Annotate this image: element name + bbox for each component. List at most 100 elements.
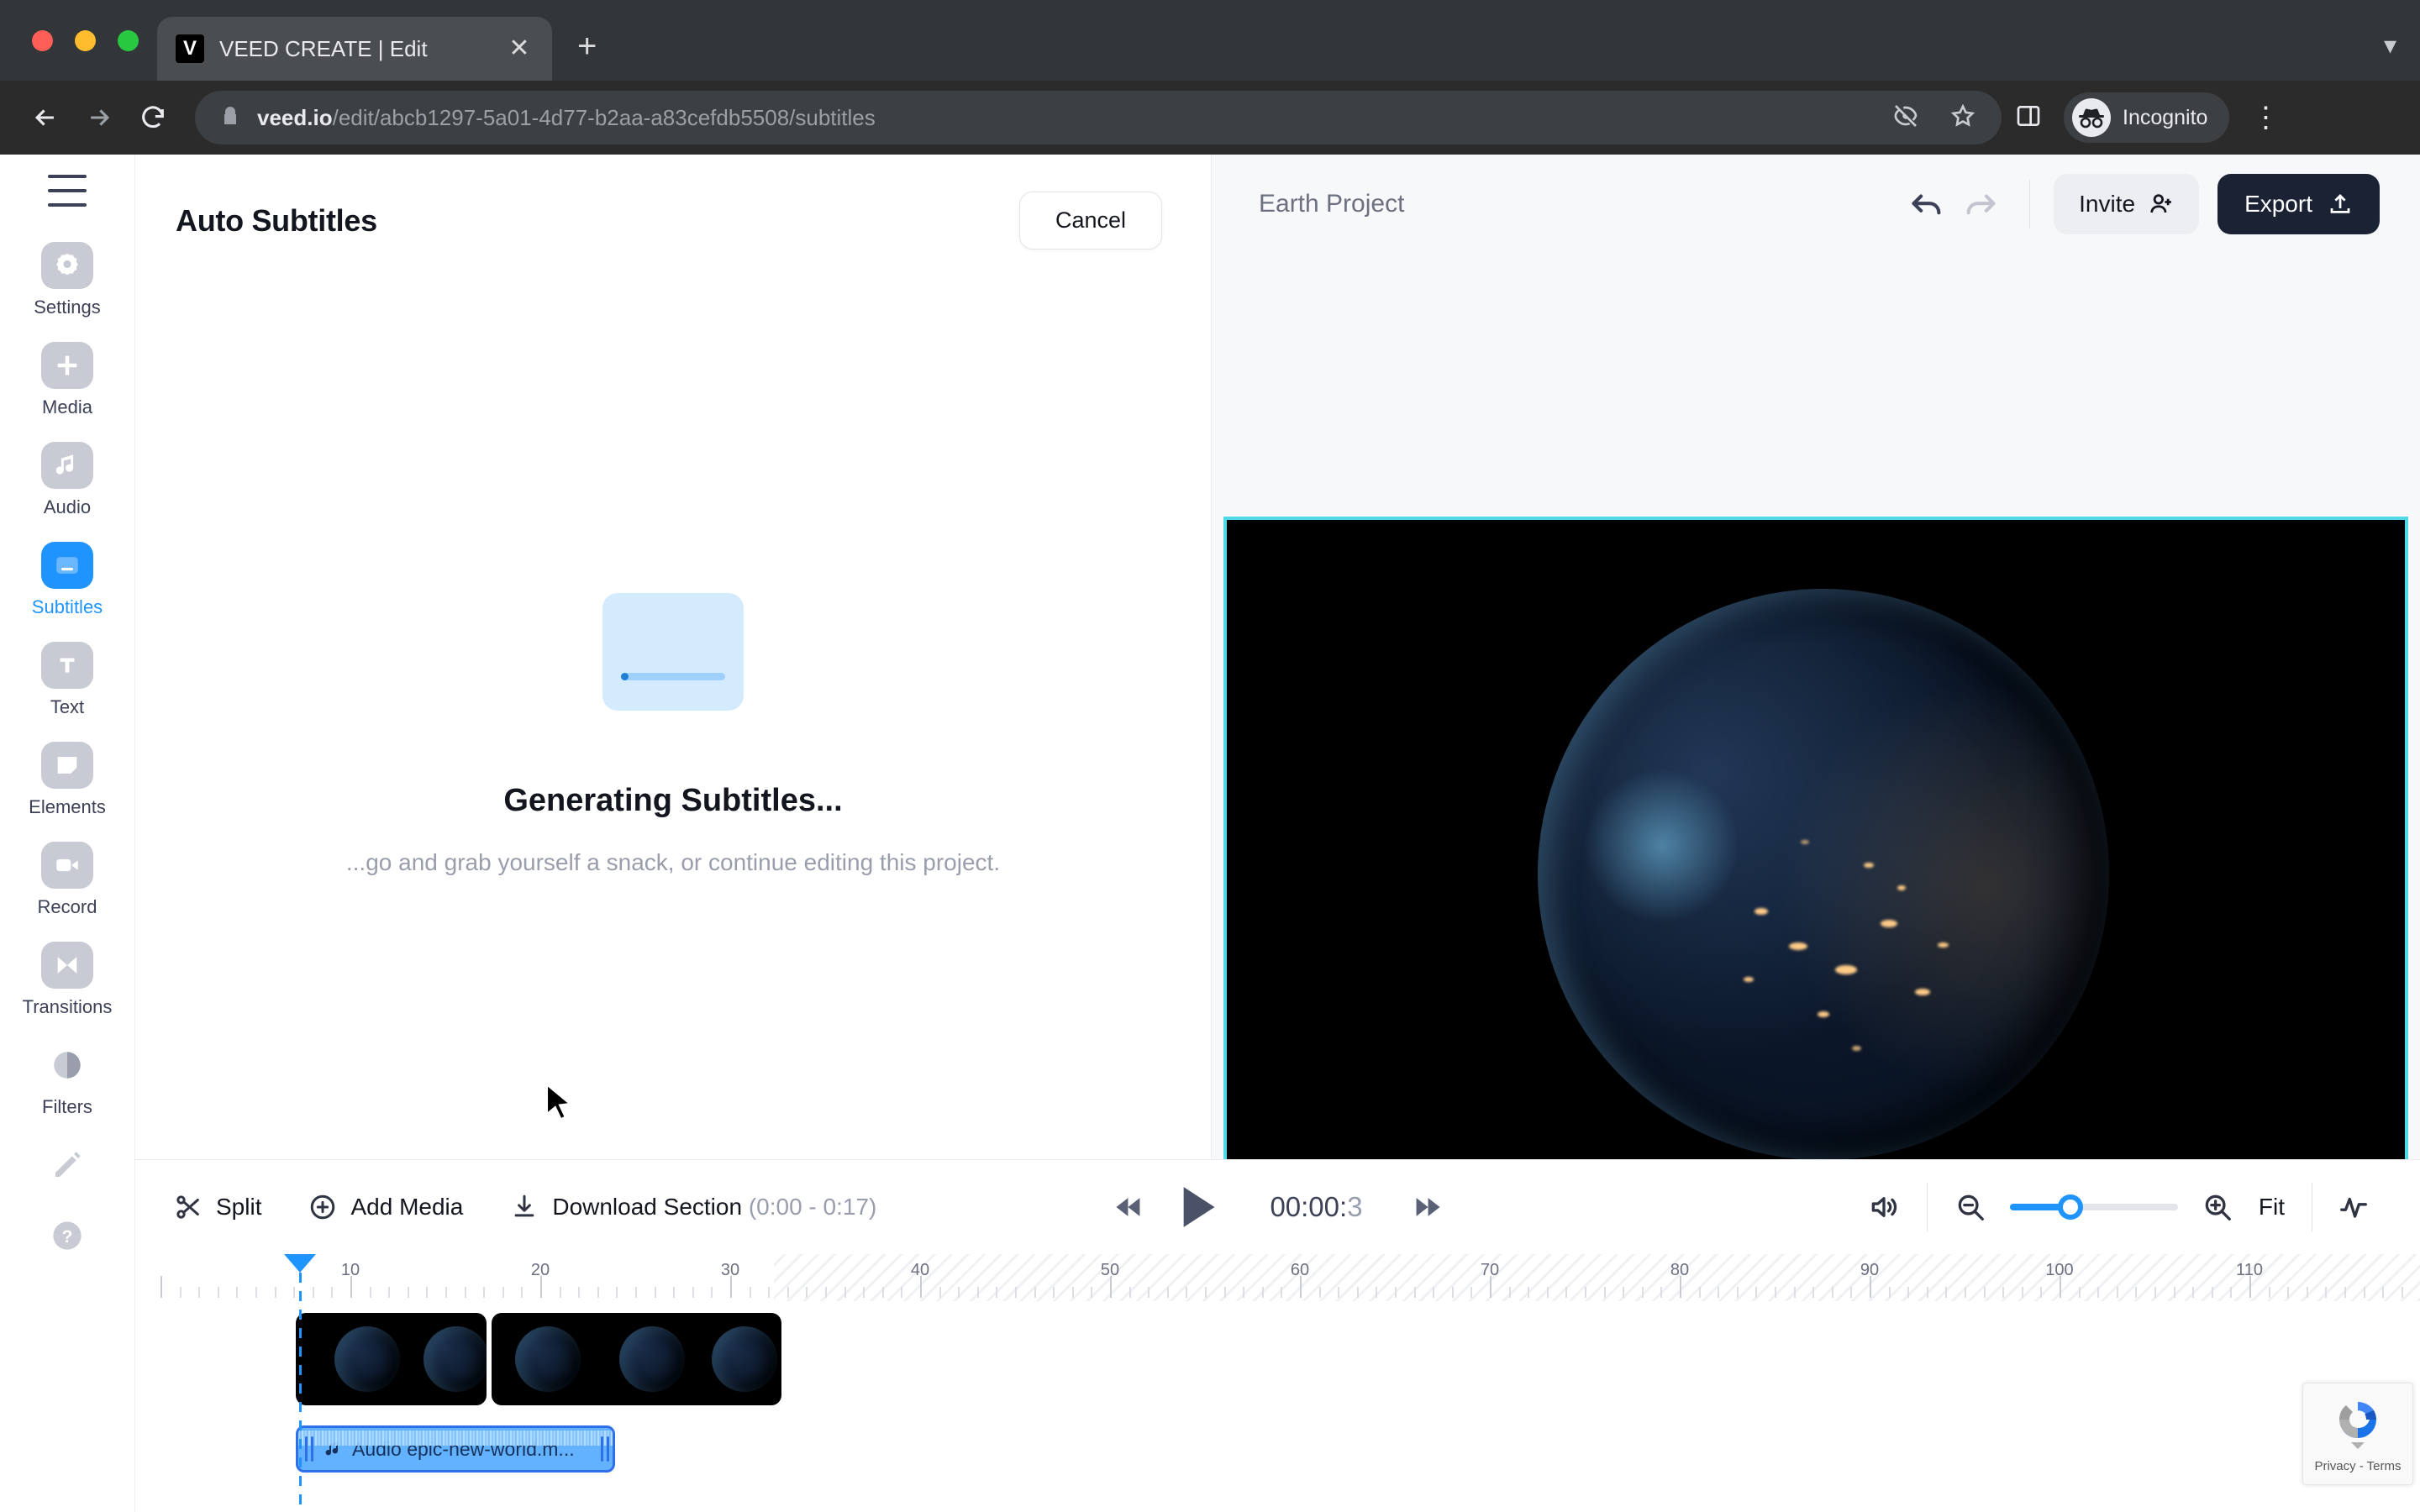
play-button[interactable] (1160, 1168, 1237, 1246)
table-row[interactable] (492, 1313, 781, 1405)
sidebar-item-settings[interactable]: Settings (8, 242, 126, 318)
ruler-tick-minor (635, 1287, 637, 1298)
ruler-tick-minor (2268, 1287, 2270, 1298)
sidebar-item-text[interactable]: Text (8, 642, 126, 718)
minimize-window-button[interactable] (75, 29, 96, 51)
ruler-tick-minor (1223, 1287, 1226, 1298)
sidebar-item-record[interactable]: Record (8, 842, 126, 918)
forward-arrow-icon[interactable] (72, 91, 126, 144)
ruler-tick-minor (939, 1287, 941, 1298)
sidebar-item-subtitles[interactable]: Subtitles (8, 542, 126, 618)
ruler-tick-minor (1907, 1287, 1910, 1298)
fit-button[interactable]: Fit (2259, 1194, 2285, 1221)
timecode-frac: 3 (1347, 1191, 1363, 1222)
lock-icon (220, 106, 240, 130)
new-tab-button[interactable]: + (577, 28, 597, 66)
ruler-tick-minor (1451, 1287, 1454, 1298)
ruler-tick-minor (236, 1287, 239, 1298)
maximize-window-button[interactable] (118, 29, 139, 51)
ruler-tick-minor (502, 1287, 504, 1298)
timeline: Split Add Media Download Section (0:00 -… (135, 1159, 2420, 1512)
kebab-menu-icon[interactable]: ⋮ (2251, 102, 2280, 132)
ruler-tick-minor (483, 1287, 486, 1298)
video-track (296, 1313, 781, 1405)
ruler-tick-minor (2154, 1287, 2156, 1298)
eye-off-icon[interactable] (1892, 102, 1919, 134)
sidebar-item-transitions[interactable]: Transitions (8, 942, 126, 1018)
download-section-button[interactable]: Download Section (0:00 - 0:17) (510, 1193, 876, 1221)
volume-icon[interactable] (1856, 1179, 1912, 1235)
ruler-tick-minor (749, 1287, 751, 1298)
browser-tab[interactable]: V VEED CREATE | Edit ✕ (157, 17, 552, 81)
close-icon[interactable]: ✕ (505, 36, 534, 61)
audio-clip[interactable]: Audio epic-new-world.m... (296, 1425, 615, 1473)
download-label: Download Section (0:00 - 0:17) (552, 1194, 877, 1220)
sidebar-item-label: Elements (29, 796, 106, 817)
ruler-tick-minor (2116, 1287, 2118, 1298)
ruler-tick-minor (1565, 1287, 1568, 1298)
ruler-tick-minor (692, 1287, 694, 1298)
invite-button[interactable]: Invite (2054, 174, 2200, 234)
zoom-slider-knob[interactable] (2057, 1194, 2083, 1220)
sidebar-item-filters[interactable]: Filters (8, 1042, 126, 1118)
audio-clip-left-handle[interactable] (305, 1436, 313, 1462)
divider (1926, 1183, 1928, 1231)
star-icon[interactable] (1949, 102, 1976, 134)
skip-forward-icon[interactable] (1397, 1177, 1457, 1237)
ruler-tick-minor (2382, 1287, 2385, 1298)
profile-chip[interactable]: Incognito (2064, 92, 2230, 143)
address-bar[interactable]: veed.io/edit/abcb1297-5a01-4d77-b2aa-a83… (195, 91, 2002, 144)
plus-circle-icon (311, 1194, 335, 1220)
skip-back-icon[interactable] (1099, 1177, 1160, 1237)
redo-icon[interactable] (1954, 178, 2006, 230)
ruler-tick-minor (1148, 1287, 1150, 1298)
url-path: /edit/abcb1297-5a01-4d77-b2aa-a83cefdb55… (332, 104, 876, 130)
ruler-tick-minor (1546, 1287, 1549, 1298)
recaptcha-badge[interactable]: Privacy - Terms (2302, 1383, 2413, 1485)
sidebar-item-media[interactable]: Media (8, 342, 126, 418)
ruler-tick-minor (1926, 1287, 1928, 1298)
undo-icon[interactable] (1902, 178, 1954, 230)
ruler-tick-minor (369, 1287, 371, 1298)
ruler-tick-minor (1698, 1287, 1701, 1298)
sidebar-item-label: Filters (42, 1096, 92, 1117)
ruler-tick-minor (445, 1287, 447, 1298)
sidebar-item-audio[interactable]: Audio (8, 442, 126, 518)
close-window-button[interactable] (32, 29, 53, 51)
sidebar-item-draw[interactable] (8, 1142, 126, 1189)
export-button[interactable]: Export (2217, 174, 2380, 234)
hamburger-icon[interactable] (48, 175, 87, 207)
zoom-out-icon[interactable] (1943, 1179, 1998, 1235)
back-arrow-icon[interactable] (18, 91, 72, 144)
ruler-tick-minor (1413, 1287, 1416, 1298)
split-button[interactable]: Split (174, 1193, 261, 1221)
add-media-button[interactable]: Add Media (308, 1193, 463, 1221)
zoom-in-icon[interactable] (2190, 1179, 2245, 1235)
reload-icon[interactable] (126, 91, 180, 144)
audio-clip-right-handle[interactable] (601, 1436, 609, 1462)
waveform-icon[interactable] (2326, 1179, 2381, 1235)
video-preview[interactable] (1223, 516, 2408, 1191)
scissors-icon (176, 1195, 199, 1219)
ruler-tick-minor (2363, 1287, 2365, 1298)
sidebar-item-help[interactable]: ? (8, 1212, 126, 1259)
ruler-tick-minor (1965, 1287, 1966, 1298)
ruler-tick-minor (1736, 1287, 1739, 1298)
project-title[interactable]: Earth Project (1259, 190, 1404, 218)
ruler-tick-label: 80 (1670, 1261, 1690, 1279)
zoom-slider[interactable] (2009, 1194, 2178, 1220)
timeline-ruler[interactable]: 10 20 30 40 50 60 70 80 90 100 110 (135, 1254, 2420, 1301)
side-panel-icon[interactable] (2015, 102, 2042, 134)
playhead-handle[interactable] (284, 1254, 316, 1273)
ruler-tick-minor (1983, 1287, 1986, 1298)
timeline-tracks: Audio epic-new-world.m... (135, 1254, 2420, 1512)
playhead-line (298, 1273, 302, 1512)
ruler-tick-minor (1243, 1287, 1245, 1298)
split-label: Split (216, 1194, 262, 1220)
recaptcha-terms-label[interactable]: Privacy - Terms (2314, 1459, 2401, 1473)
table-row[interactable] (296, 1313, 487, 1405)
playback-controls: 00:00:3 (1099, 1168, 1457, 1246)
tab-list-chevron-down-icon[interactable]: ▾ (2384, 31, 2396, 60)
sidebar-item-elements[interactable]: Elements (8, 742, 126, 818)
ruler-tick-minor (1603, 1287, 1606, 1298)
